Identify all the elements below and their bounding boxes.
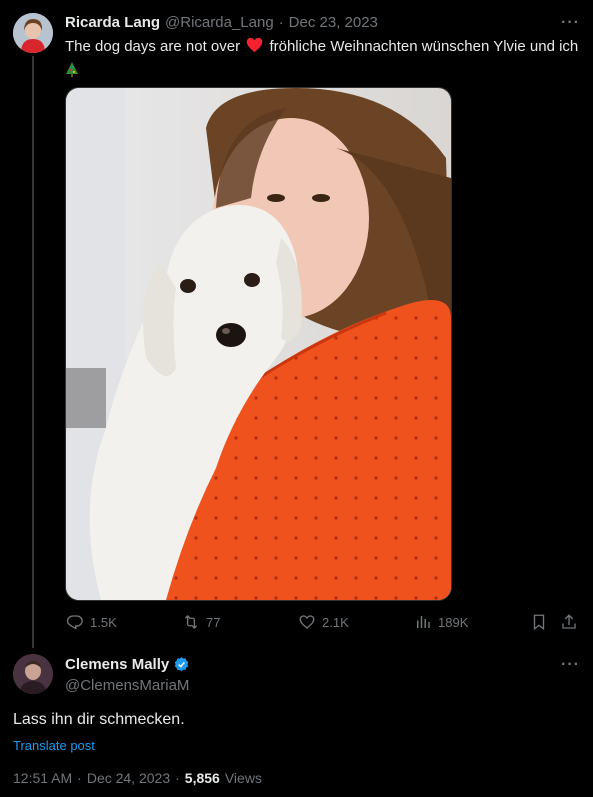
avatar-clemens-mally[interactable] bbox=[13, 654, 53, 694]
reply-views-label: Views bbox=[224, 770, 262, 786]
share-button[interactable] bbox=[560, 613, 578, 631]
avatar-ricarda-lang[interactable] bbox=[13, 13, 53, 53]
separator: · bbox=[278, 14, 284, 31]
analytics-bars-icon bbox=[417, 616, 430, 628]
reply-icon bbox=[66, 615, 83, 630]
meta-separator: · bbox=[77, 770, 82, 786]
tweet-header: Ricarda Lang @Ricarda_Lang · Dec 23, 202… bbox=[65, 14, 378, 31]
heart-emoji-icon bbox=[246, 37, 263, 59]
christmas-tree-emoji-icon bbox=[65, 61, 79, 84]
views-count: 189K bbox=[438, 614, 469, 630]
verified-badge-icon bbox=[173, 656, 190, 673]
bookmark-icon bbox=[533, 614, 545, 631]
retweet-button[interactable]: 77 bbox=[182, 613, 220, 631]
reply-author-handle[interactable]: @ClemensMariaM bbox=[65, 677, 189, 694]
like-count: 2.1K bbox=[322, 614, 349, 630]
reply-date[interactable]: Dec 24, 2023 bbox=[87, 770, 170, 786]
reply-author-name[interactable]: Clemens Mally bbox=[65, 656, 169, 673]
translate-post-link[interactable]: Translate post bbox=[13, 738, 95, 753]
reply-text: Lass ihn dir schmecken. bbox=[13, 711, 185, 728]
meta-separator-2: · bbox=[175, 770, 180, 786]
bookmark-button[interactable] bbox=[530, 613, 548, 631]
like-heart-icon bbox=[299, 615, 315, 629]
author-name[interactable]: Ricarda Lang bbox=[65, 14, 160, 31]
retweet-count: 77 bbox=[206, 614, 221, 630]
tweet-date[interactable]: Dec 23, 2023 bbox=[289, 14, 378, 31]
tweet-text: The dog days are not over fröhliche Weih… bbox=[65, 37, 580, 84]
tweet-text-part2: fröhliche Weihnachten wünschen Ylvie und… bbox=[269, 38, 579, 55]
thread-connector-line bbox=[32, 56, 34, 648]
reply-author-row: Clemens Mally bbox=[65, 656, 190, 673]
share-upload-icon bbox=[562, 614, 576, 629]
photo-woman-with-dog-icon bbox=[66, 88, 451, 600]
views-button[interactable]: 189K bbox=[414, 613, 468, 631]
reply-count: 1.5K bbox=[90, 614, 117, 630]
author-handle[interactable]: @Ricarda_Lang bbox=[165, 14, 274, 31]
like-button[interactable]: 2.1K bbox=[298, 613, 349, 631]
reply-meta: 12:51 AM · Dec 24, 2023 · 5,856 Views bbox=[13, 770, 262, 786]
reply-views-count: 5,856 bbox=[184, 770, 220, 786]
tweet-photo[interactable] bbox=[65, 87, 452, 601]
retweet-icon bbox=[184, 615, 198, 629]
reply-button[interactable]: 1.5K bbox=[66, 613, 117, 631]
reply-time[interactable]: 12:51 AM bbox=[13, 770, 72, 786]
more-options-icon[interactable]: ··· bbox=[561, 14, 580, 32]
tweet-text-part1: The dog days are not over bbox=[65, 38, 241, 55]
reply-more-options-icon[interactable]: ··· bbox=[561, 656, 580, 674]
